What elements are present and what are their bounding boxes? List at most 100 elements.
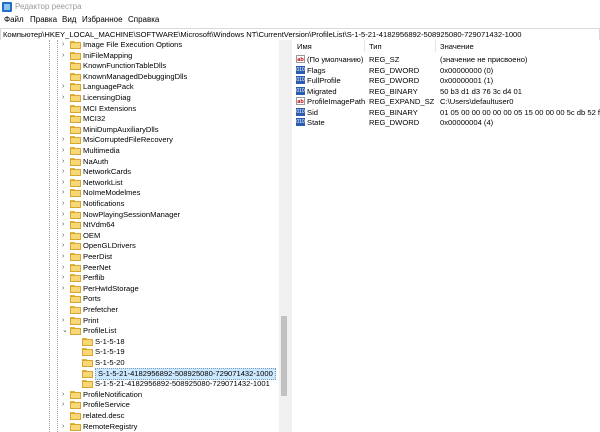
value-row[interactable]: 010 FullProfile REG_DWORD 0x00000001 (1) xyxy=(292,75,600,86)
tree-item[interactable]: › Notifications xyxy=(0,199,280,209)
tree-item[interactable]: Ports xyxy=(0,294,280,304)
chevron-right-icon[interactable]: › xyxy=(62,401,68,408)
tree-item-label: OpenGLDrivers xyxy=(83,241,136,251)
chevron-right-icon[interactable]: › xyxy=(62,179,68,186)
tree-item[interactable]: › MsiCorruptedFileRecovery xyxy=(0,135,280,145)
tree-item[interactable]: › PeerDist xyxy=(0,252,280,262)
tree-item[interactable]: › PerHwIdStorage xyxy=(0,284,280,294)
tree-item-label: S-1-5-21-4182956892-508925080-729071432-… xyxy=(95,367,276,380)
chevron-right-icon[interactable]: › xyxy=(62,136,68,143)
tree-item[interactable]: › ProfileService xyxy=(0,400,280,410)
tree-item[interactable]: › OpenGLDrivers xyxy=(0,241,280,251)
menu-edit[interactable]: Правка xyxy=(30,15,57,24)
menu-favorites[interactable]: Избранное xyxy=(82,15,123,24)
tree-item-label: NetworkCards xyxy=(83,167,132,177)
column-separator[interactable] xyxy=(364,40,365,52)
chevron-right-icon[interactable]: › xyxy=(62,391,68,398)
tree-item[interactable]: › NowPlayingSessionManager xyxy=(0,210,280,220)
chevron-right-icon[interactable]: › xyxy=(62,211,68,218)
folder-icon xyxy=(70,157,81,166)
tree-item[interactable]: › NetworkList xyxy=(0,178,280,188)
chevron-right-icon[interactable]: › xyxy=(62,264,68,271)
chevron-right-icon[interactable]: › xyxy=(62,423,68,430)
column-header-value[interactable]: Значение xyxy=(440,42,474,51)
tree-item[interactable]: MiniDumpAuxiliaryDlls xyxy=(0,125,280,135)
tree-item[interactable]: S-1-5-20 xyxy=(0,358,280,368)
tree-item[interactable]: › Perflib xyxy=(0,273,280,283)
tree-item[interactable]: › LanguagePack xyxy=(0,82,280,92)
tree-item-label: MiniDumpAuxiliaryDlls xyxy=(83,124,159,134)
tree-item[interactable]: › OEM xyxy=(0,231,280,241)
tree-item[interactable]: › NtVdm64 xyxy=(0,220,280,230)
tree-item[interactable]: MCI32 xyxy=(0,114,280,124)
value-row[interactable]: ab (По умолчанию) REG_SZ (значение не присв… xyxy=(292,54,600,65)
folder-icon xyxy=(82,380,93,389)
tree-item-label: LicensingDiag xyxy=(83,93,131,102)
menu-view[interactable]: Вид xyxy=(62,15,76,24)
tree-item[interactable]: › RemoteRegistry xyxy=(0,422,280,432)
column-header-type[interactable]: Тип xyxy=(369,42,382,51)
tree-item[interactable]: related.desc xyxy=(0,411,280,421)
tree-item[interactable]: S-1-5-19 xyxy=(0,347,280,357)
chevron-right-icon[interactable]: › xyxy=(62,94,68,101)
menu-help[interactable]: Справка xyxy=(128,15,159,24)
tree-item[interactable]: › NaAuth xyxy=(0,157,280,167)
title-bar: Редактор реестра xyxy=(0,0,600,14)
value-row[interactable]: 010 Migrated REG_BINARY 50 b3 d1 d3 76 3c d… xyxy=(292,86,600,97)
tree-item-label: KnownManagedDebuggingDlls xyxy=(83,71,188,81)
tree-scrollbar-thumb[interactable] xyxy=(281,316,287,396)
chevron-right-icon[interactable]: › xyxy=(62,274,68,281)
chevron-right-icon[interactable]: › xyxy=(62,242,68,249)
chevron-right-icon[interactable]: › xyxy=(62,221,68,228)
menu-file[interactable]: Файл xyxy=(4,15,24,24)
value-row[interactable]: 010 Flags REG_DWORD 0x00000000 (0) xyxy=(292,65,600,76)
tree-item[interactable]: MCI Extensions xyxy=(0,104,280,114)
tree-item[interactable]: › LicensingDiag xyxy=(0,93,280,103)
chevron-right-icon[interactable]: › xyxy=(62,317,68,324)
tree-item[interactable]: › NoImeModelmes xyxy=(0,188,280,198)
value-type: REG_DWORD xyxy=(369,65,420,75)
column-header-name[interactable]: Имя xyxy=(297,42,312,51)
tree-item[interactable]: KnownManagedDebuggingDlls xyxy=(0,72,280,82)
tree-item-label: NoImeModelmes xyxy=(83,188,141,198)
chevron-right-icon[interactable]: › xyxy=(62,147,68,154)
tree-item[interactable]: › Print xyxy=(0,316,280,326)
chevron-right-icon[interactable]: › xyxy=(62,253,68,260)
chevron-down-icon[interactable]: ⌄ xyxy=(62,327,68,334)
column-separator[interactable] xyxy=(435,40,436,52)
tree-item[interactable]: S-1-5-18 xyxy=(0,337,280,347)
chevron-right-icon[interactable]: › xyxy=(62,158,68,165)
address-path[interactable]: Компьютер\HKEY_LOCAL_MACHINE\SOFTWARE\Mi… xyxy=(3,30,522,39)
tree-item-label: MCI Extensions xyxy=(83,103,137,113)
tree-item[interactable]: › Multimedia xyxy=(0,146,280,156)
tree-item-label: NaAuth xyxy=(83,156,109,166)
folder-icon xyxy=(70,401,81,410)
tree-item[interactable]: S-1-5-21-4182956892-508925080-729071432-… xyxy=(0,367,280,380)
tree-item[interactable]: › ProfileNotification xyxy=(0,390,280,400)
tree-item[interactable]: › PeerNet xyxy=(0,263,280,273)
chevron-right-icon[interactable]: › xyxy=(62,168,68,175)
folder-icon xyxy=(70,327,81,336)
folder-icon xyxy=(70,62,81,71)
tree-item[interactable]: › Image File Execution Options xyxy=(0,40,280,50)
folder-icon xyxy=(70,295,81,304)
tree-item[interactable]: › IniFileMapping xyxy=(0,51,280,61)
value-data: 0x00000001 (1) xyxy=(440,76,494,85)
tree-scrollbar[interactable] xyxy=(279,40,289,432)
chevron-right-icon[interactable]: › xyxy=(62,83,68,90)
chevron-right-icon[interactable]: › xyxy=(62,52,68,59)
chevron-right-icon[interactable]: › xyxy=(62,200,68,207)
tree-item[interactable]: ⌄ ProfileList xyxy=(0,326,280,336)
tree-item[interactable]: S-1-5-21-4182956892-508925080-729071432-… xyxy=(0,379,280,389)
chevron-right-icon[interactable]: › xyxy=(62,232,68,239)
tree-item[interactable]: KnownFunctionTableDlls xyxy=(0,61,280,71)
value-row[interactable]: ab ProfileImagePath REG_EXPAND_SZ C:\Users\… xyxy=(292,96,600,107)
chevron-right-icon[interactable]: › xyxy=(62,189,68,196)
tree-item[interactable]: Prefetcher xyxy=(0,305,280,315)
value-row[interactable]: 010 State REG_DWORD 0x00000004 (4) xyxy=(292,117,600,128)
registry-tree: › Image File Execution Options › IniFileMap… xyxy=(0,40,289,432)
tree-item[interactable]: › NetworkCards xyxy=(0,167,280,177)
chevron-right-icon[interactable]: › xyxy=(62,41,68,48)
chevron-right-icon[interactable]: › xyxy=(62,285,68,292)
value-row[interactable]: 010 Sid REG_BINARY 01 05 00 00 00 00 00 05 … xyxy=(292,107,600,118)
